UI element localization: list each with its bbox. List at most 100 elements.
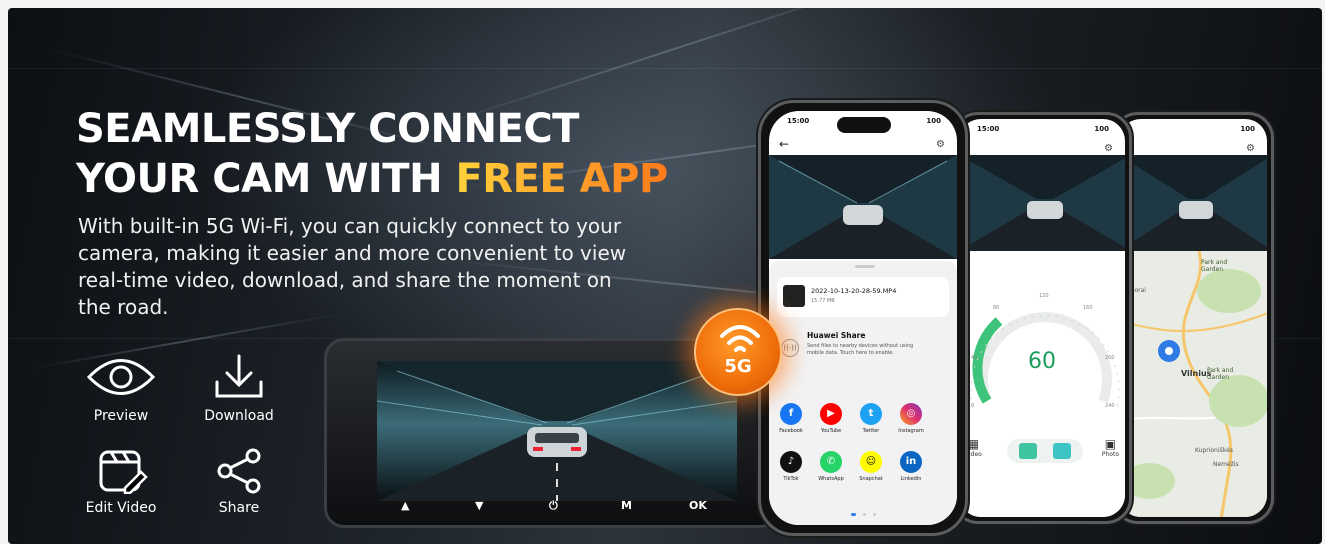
app-label: Twitter [862,428,880,434]
app-linkedin[interactable]: in LinkedIn [891,451,931,482]
promo-banner: SEAMLESSLY CONNECT YOUR CAM WITH FREE AP… [8,8,1322,544]
app-label: Snapchat [859,476,883,482]
mode-switch[interactable] [1007,439,1083,463]
headline: SEAMLESSLY CONNECT YOUR CAM WITH FREE AP… [76,104,668,204]
huawei-share-row[interactable]: ((·)) Huawei Share Send files to nearby … [777,325,949,387]
gauge-tick: 0 [971,403,975,409]
map-label: Park and Garden [1207,367,1234,381]
page-indicator [851,501,879,516]
tunnel-scene-image [1119,155,1267,251]
dashcam-buttons: ▲ ▼ ⏻ M OK [327,499,777,521]
page-dot [863,513,867,516]
5g-label: 5G [724,356,752,377]
app-label: YouTube [820,428,842,434]
status-bar: 100 [1195,125,1255,137]
app-tiktok[interactable]: ♪ TikTok [771,451,811,482]
status-time: 15:00 [787,117,810,125]
gauge-tick: 240 [1105,403,1115,409]
page-dot [873,513,877,516]
tiktok-icon: ♪ [780,451,802,473]
headline-line-2: YOUR CAM WITH FREE APP [76,154,668,204]
app-label: LinkedIn [900,476,922,482]
tunnel-scene-image [959,155,1125,251]
app-youtube[interactable]: ▶ YouTube [811,403,851,434]
tunnel-scene-image [377,361,737,501]
page-dot-active [851,513,856,516]
feature-label: Edit Video [85,500,157,516]
app-snapchat[interactable]: ☺ Snapchat [851,451,891,482]
map-label: Park and Garden [1201,259,1228,273]
bottom-tabs: ▦ Video ▣ Photo [959,435,1125,475]
bg-line [8,68,1322,69]
file-name: 2022-10-13-20-28-59.MP4 [811,287,897,295]
feature-label: Download [204,408,274,424]
download-icon [215,354,263,398]
nearby-share-icon: ((·)) [781,339,799,357]
gauge-tick: 200 [1105,355,1115,361]
up-button[interactable]: ▲ [401,499,409,512]
feature-share: Share [194,448,284,516]
battery-level: 100 [926,117,941,125]
feature-label: Share [218,500,260,516]
video-thumbnail-icon [783,285,805,307]
image-icon: ▣ [1104,437,1117,451]
map-label: Kuprioniškės [1195,447,1233,454]
battery-level: 100 [1094,125,1109,133]
file-card: 2022-10-13-20-28-59.MP4 15.77 MB [777,277,949,317]
menu-button[interactable]: M [621,499,632,512]
tab-label: Photo [1101,451,1119,458]
back-arrow-icon[interactable]: ← [779,137,789,151]
5g-wifi-badge: 5G [694,308,782,396]
status-time: 15:00 [977,125,1000,133]
phone-map: 100 ⚙ Park and Garden Bajorai Vilnius Pa… [1112,112,1274,524]
battery-level: 100 [1240,125,1255,133]
app-facebook[interactable]: f Facebook [771,403,811,434]
gauge-tick: 120 [1039,293,1049,299]
app-twitter[interactable]: t Twitter [851,403,891,434]
share-icon [217,448,261,494]
down-button[interactable]: ▼ [475,499,483,512]
eye-icon [86,359,156,395]
app-whatsapp[interactable]: ✆ WhatsApp [811,451,851,482]
phone-share-screen: 15:00 100 ← ⚙ 2022-10-13-20-28-59.MP4 15.… [769,111,957,525]
status-bar: 15:00 100 [977,125,1109,137]
whatsapp-icon: ✆ [820,451,842,473]
headline-highlight: FREE APP [455,156,668,202]
phone-speed-screen: 15:00 100 ⚙ 60 0 40 80 120 160 200 240 ▦… [959,119,1125,517]
youtube-icon: ▶ [820,403,842,425]
map-view[interactable]: Park and Garden Bajorai Vilnius Park and… [1119,250,1267,517]
gauge-tick: 80 [993,305,1000,311]
headline-plain: YOUR CAM WITH [76,156,456,202]
wifi-icon [720,325,760,352]
feature-edit-video: Edit Video [76,448,166,516]
power-button[interactable]: ⏻ [549,499,558,513]
dashcam-screen-image [377,361,737,501]
facebook-icon: f [780,403,802,425]
map-label: Nemėžis [1213,461,1239,468]
huawei-share-description: Send files to nearby devices without usi… [807,343,914,356]
sheet-handle[interactable] [855,265,875,268]
share-sheet: 2022-10-13-20-28-59.MP4 15.77 MB ((·)) H… [769,261,957,525]
gear-icon[interactable]: ⚙ [1246,143,1255,154]
gauge-tick: 160 [1083,305,1093,311]
app-label: WhatsApp [818,476,844,482]
linkedin-icon: in [900,451,922,473]
tunnel-scene-image [769,155,957,259]
ok-button[interactable]: OK [689,499,707,512]
phone-speed: 15:00 100 ⚙ 60 0 40 80 120 160 200 240 ▦… [952,112,1132,524]
app-instagram[interactable]: ◎ Instagram [891,403,931,434]
headline-line-1: SEAMLESSLY CONNECT [76,106,579,152]
phone-share: 15:00 100 ← ⚙ 2022-10-13-20-28-59.MP4 15.… [758,100,968,536]
feature-label: Preview [93,408,149,424]
snapchat-icon: ☺ [860,451,882,473]
feature-download: Download [194,352,284,424]
twitter-icon: t [860,403,882,425]
gear-icon[interactable]: ⚙ [1104,143,1113,154]
gauge-tick: 40 [971,355,978,361]
body-copy: With built-in 5G Wi-Fi, you can quickly … [78,214,627,319]
gear-icon[interactable]: ⚙ [936,139,945,150]
app-label: Instagram [898,428,924,434]
tab-photo[interactable]: ▣ Photo [1102,437,1119,458]
status-bar: 15:00 100 [787,117,941,129]
edit-video-icon [99,450,148,494]
